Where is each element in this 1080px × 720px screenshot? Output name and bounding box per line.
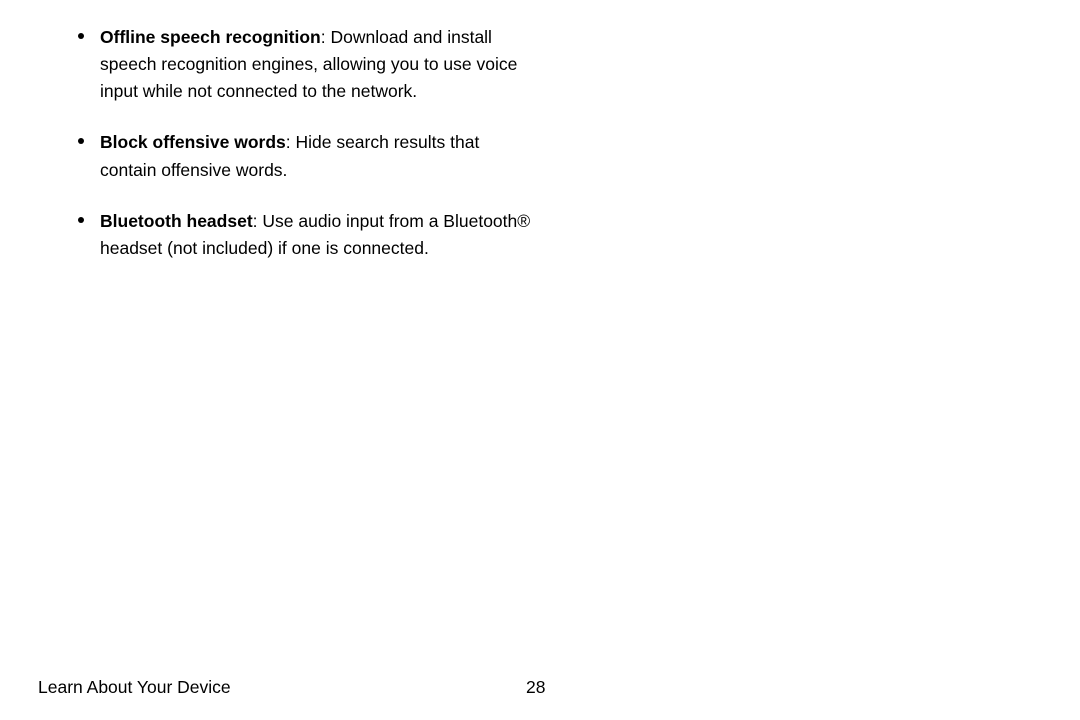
list-item: Bluetooth headset: Use audio input from …	[70, 208, 540, 262]
feature-list: Offline speech recognition: Download and…	[70, 24, 540, 262]
page-content: Offline speech recognition: Download and…	[0, 0, 540, 262]
list-item: Offline speech recognition: Download and…	[70, 24, 540, 105]
page-footer: Learn About Your Device 28	[38, 677, 578, 698]
item-term: Block offensive words	[100, 132, 286, 152]
list-item: Block offensive words: Hide search resul…	[70, 129, 540, 183]
page-number: 28	[526, 677, 545, 698]
footer-section-title: Learn About Your Device	[38, 677, 231, 698]
item-term: Offline speech recognition	[100, 27, 321, 47]
item-term: Bluetooth headset	[100, 211, 253, 231]
